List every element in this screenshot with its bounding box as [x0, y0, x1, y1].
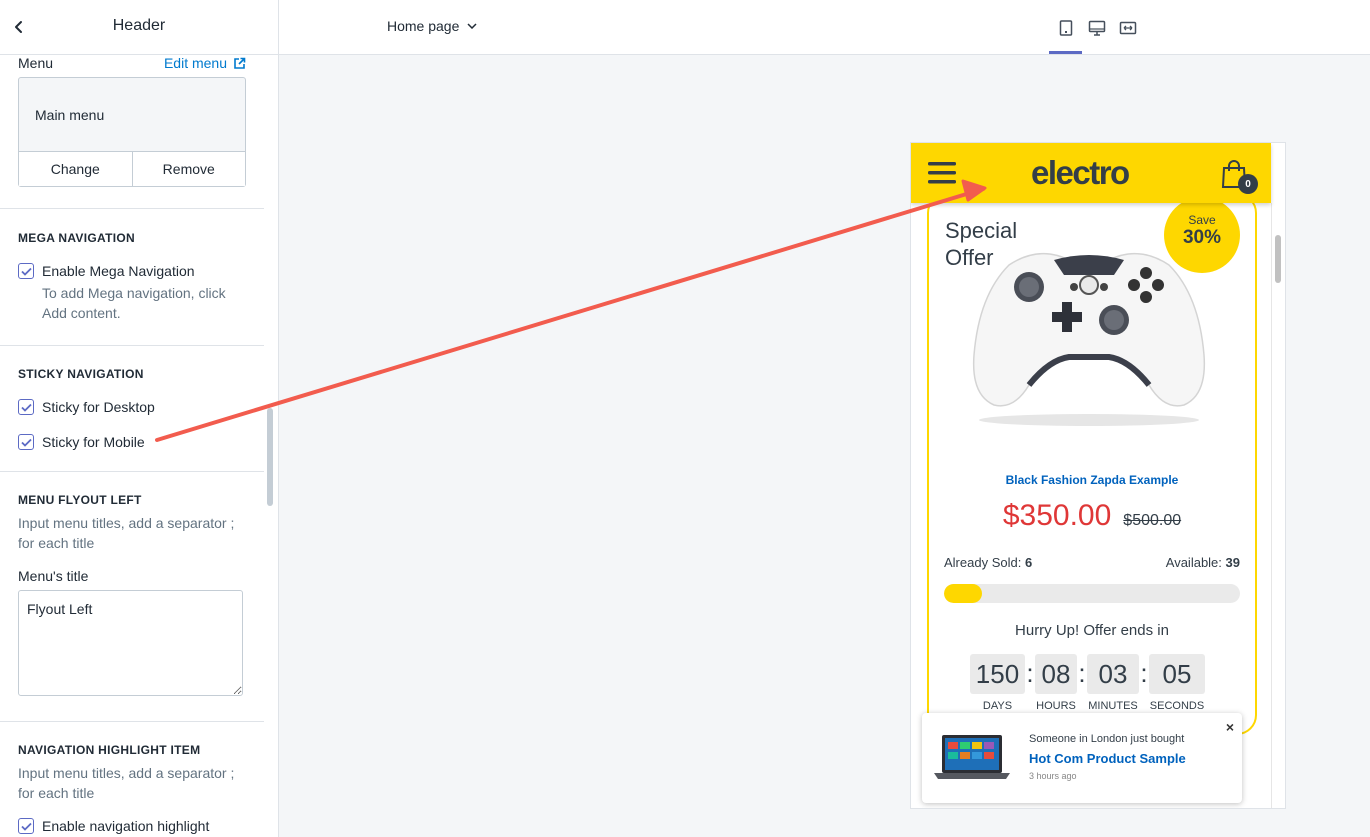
mobile-icon [1059, 20, 1073, 36]
preview-scroll-track [1271, 203, 1272, 808]
game-controller-image[interactable] [969, 235, 1209, 435]
enable-navigation-highlight-checkbox[interactable]: Enable navigation highlight [18, 818, 246, 834]
stock-info-row: Already Sold: 6 Available: 39 [944, 555, 1240, 570]
countdown-hours: 08 HOURS [1035, 654, 1077, 712]
checkbox-checked-icon [18, 263, 34, 279]
sold-progress-bar [944, 584, 1240, 603]
mega-navigation-section: MEGA NAVIGATION Enable Mega Navigation T… [0, 209, 264, 346]
countdown-seconds: 05 SECONDS [1149, 654, 1205, 712]
purchase-notification: × Someone in London just bought Hot Com … [922, 713, 1242, 803]
checkbox-checked-icon [18, 818, 34, 834]
sticky-navigation-heading: STICKY NAVIGATION [18, 367, 144, 381]
save-label: Save [1188, 213, 1216, 227]
enable-mega-navigation-checkbox[interactable]: Enable Mega Navigation [18, 263, 246, 279]
already-sold: Already Sold: 6 [944, 555, 1032, 570]
checkbox-checked-icon [18, 399, 34, 415]
chevron-down-icon [467, 23, 477, 29]
selected-menu-name: Main menu [19, 78, 245, 152]
page-selector-label: Home page [387, 18, 460, 34]
notification-time: 3 hours ago [1029, 771, 1077, 781]
enable-navigation-highlight-label: Enable navigation highlight [42, 818, 210, 834]
notification-product-link[interactable]: Hot Com Product Sample [1029, 751, 1186, 766]
countdown-separator: : [1026, 658, 1034, 688]
external-link-icon [234, 57, 246, 69]
sticky-desktop-label: Sticky for Desktop [42, 399, 155, 415]
menu-title-field-label: Menu's title [18, 568, 89, 584]
sidebar-title: Header [112, 17, 166, 34]
navigation-highlight-help: Input menu titles, add a separator ; for… [18, 765, 235, 801]
countdown-minutes-value: 03 [1087, 654, 1139, 694]
countdown-timer: 150 DAYS : 08 HOURS : 03 MINUTES : 05 SECOND… [970, 654, 1205, 712]
countdown-minutes: 03 MINUTES [1087, 654, 1139, 712]
countdown-days: 150 DAYS [970, 654, 1025, 712]
enable-mega-navigation-label: Enable Mega Navigation [42, 263, 195, 279]
sold-progress-fill [944, 584, 983, 603]
editor-topbar: Home page [279, 0, 1370, 55]
sidebar-settings-list: Menu Edit menu Main menu Change Remove M… [0, 56, 264, 837]
mega-navigation-heading: MEGA NAVIGATION [18, 231, 135, 245]
hamburger-menu-icon[interactable] [928, 162, 956, 184]
theme-editor-sidebar: Header Menu Edit menu Main menu Change R… [0, 0, 279, 837]
menu-title-textarea[interactable] [18, 590, 243, 696]
desktop-view-button[interactable] [1085, 16, 1109, 40]
store-logo[interactable]: electro [1031, 154, 1130, 192]
edit-menu-label: Edit menu [163, 56, 227, 71]
navigation-highlight-heading: NAVIGATION HIGHLIGHT ITEM [18, 743, 201, 757]
notification-message: Someone in London just bought [1029, 733, 1185, 745]
close-notification-button[interactable]: × [1226, 719, 1234, 735]
sticky-mobile-checkbox[interactable]: Sticky for Mobile [18, 434, 246, 450]
mobile-view-button[interactable] [1054, 16, 1078, 40]
countdown-hours-value: 08 [1035, 654, 1077, 694]
page-selector[interactable]: Home page [387, 18, 477, 34]
sticky-navigation-section: STICKY NAVIGATION Sticky for Desktop Sti… [0, 346, 264, 472]
menu-label: Menu [18, 56, 54, 71]
mega-navigation-help: To add Mega navigation, click Add conten… [42, 285, 226, 321]
edit-menu-link[interactable]: Edit menu [164, 56, 246, 71]
fullscreen-view-button[interactable] [1116, 16, 1140, 40]
countdown-days-label: DAYS [982, 700, 1013, 712]
countdown-separator: : [1140, 658, 1148, 688]
countdown-minutes-label: MINUTES [1088, 700, 1138, 712]
sold-value: 6 [1024, 555, 1033, 570]
countdown-seconds-value: 05 [1149, 654, 1205, 694]
store-header: electro 0 [911, 143, 1271, 203]
available-value: 39 [1225, 555, 1240, 570]
fullscreen-icon [1119, 21, 1137, 35]
remove-menu-button[interactable]: Remove [131, 152, 246, 186]
countdown-separator: : [1078, 658, 1086, 688]
selected-menu-box: Main menu Change Remove [18, 77, 246, 187]
countdown-days-value: 150 [970, 654, 1025, 694]
price-row: $350.00 $500.00 [929, 499, 1255, 533]
countdown-seconds-label: SECONDS [1149, 700, 1205, 712]
available-label: Available: [1165, 555, 1222, 570]
available: Available: 39 [1166, 555, 1240, 570]
menu-flyout-left-heading: MENU FLYOUT LEFT [18, 493, 142, 507]
menu-section: Menu Edit menu Main menu Change Remove [0, 56, 264, 209]
original-price: $500.00 [1123, 512, 1182, 529]
mobile-preview-frame: electro 0 Special Offer Save 30% Black F… [910, 142, 1286, 809]
sidebar-scrollbar[interactable] [267, 408, 273, 506]
checkbox-checked-icon [18, 434, 34, 450]
laptop-product-image[interactable] [932, 733, 1012, 783]
menu-flyout-left-section: MENU FLYOUT LEFT Input menu titles, add … [0, 472, 264, 722]
preview-scrollbar[interactable] [1275, 235, 1281, 283]
navigation-highlight-section: NAVIGATION HIGHLIGHT ITEM Input menu tit… [0, 722, 264, 834]
product-title-link[interactable]: Black Fashion Zapda Example [929, 473, 1255, 487]
sold-label: Already Sold: [944, 555, 1022, 570]
active-view-indicator [1049, 51, 1082, 54]
countdown-hours-label: HOURS [1036, 700, 1076, 712]
sticky-mobile-label: Sticky for Mobile [42, 434, 145, 450]
change-menu-button[interactable]: Change [19, 152, 132, 186]
sticky-desktop-checkbox[interactable]: Sticky for Desktop [18, 399, 246, 415]
hurry-up-text: Hurry Up! Offer ends in [1015, 622, 1169, 639]
menu-flyout-left-help: Input menu titles, add a separator ; for… [18, 515, 235, 551]
desktop-icon [1088, 20, 1106, 36]
special-offer-card: Special Offer Save 30% Black Fashion Zap… [927, 193, 1257, 735]
cart-count-badge: 0 [1238, 174, 1258, 194]
sale-price: $350.00 [1002, 499, 1112, 532]
sidebar-header: Header [0, 0, 278, 55]
